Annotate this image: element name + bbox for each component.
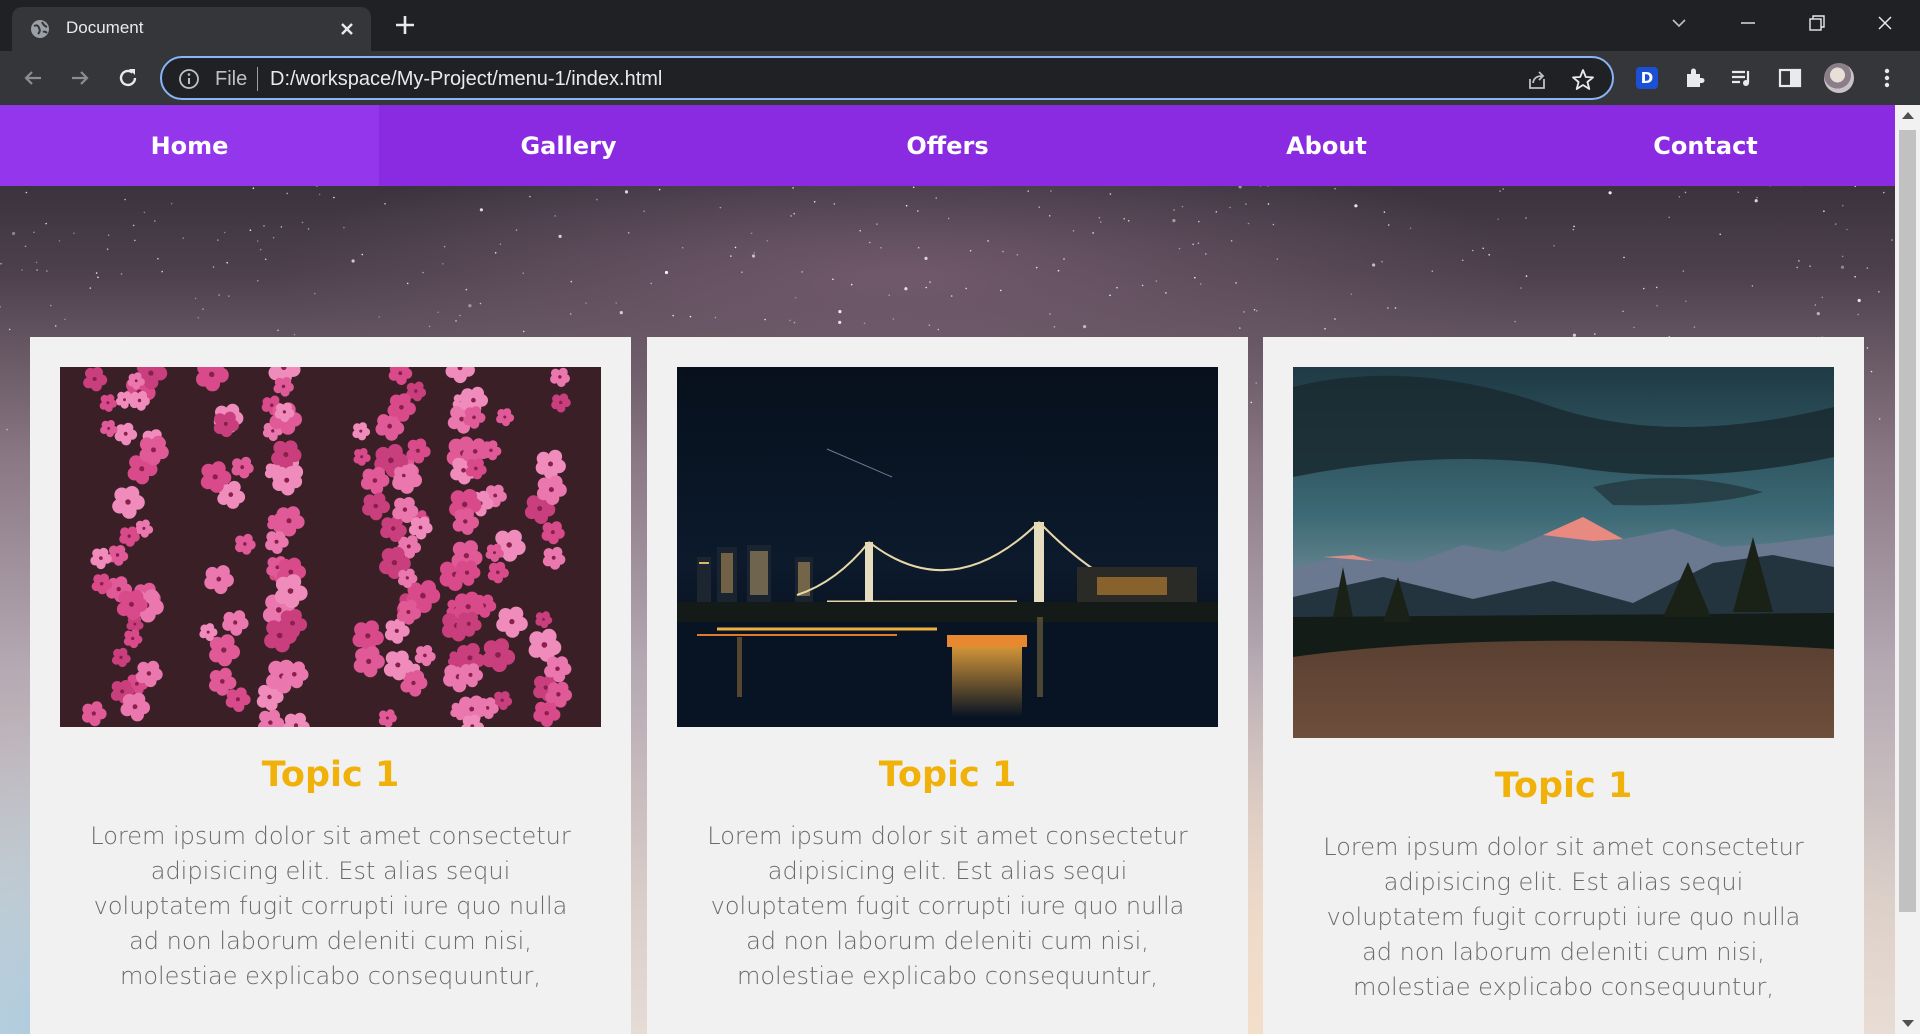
media-queue-icon[interactable] [1728,64,1756,92]
profile-avatar[interactable] [1824,63,1854,93]
extension-d-icon[interactable]: D [1636,67,1658,89]
card-text: Lorem ipsum dolor sit amet consectetur a… [707,822,1188,990]
card-topic-1: Topic 1 Lorem ipsum dolor sit amet conse… [30,337,631,1034]
globe-icon [31,20,49,38]
browser-toolbar: File D:/workspace/My-Project/menu-1/inde… [0,51,1920,105]
pink-flowers-photo [60,367,601,727]
tab-search-chevron-icon[interactable] [1664,10,1694,36]
nav-item-gallery[interactable]: Gallery [379,105,758,186]
nav-item-home[interactable]: Home [0,105,379,186]
share-icon[interactable] [1524,67,1550,93]
night-city-bridge-photo [677,367,1218,727]
browser-tab[interactable]: Document [12,7,371,51]
mountain-sunset-photo [1293,367,1834,738]
minimize-icon[interactable] [1733,10,1763,36]
new-tab-icon[interactable] [392,12,418,38]
back-arrow-icon[interactable] [19,64,47,92]
nav-item-contact[interactable]: Contact [1516,105,1895,186]
nav-item-about[interactable]: About [1137,105,1516,186]
card-title: Topic 1 [1494,766,1633,806]
info-icon[interactable] [178,68,200,90]
page-viewport: Home Gallery Offers About Contact Topic … [0,105,1895,1034]
scroll-down-arrow-icon[interactable] [1902,1020,1914,1027]
url-separator [257,67,258,91]
close-window-icon[interactable] [1870,10,1900,36]
address-bar[interactable]: File D:/workspace/My-Project/menu-1/inde… [160,56,1614,100]
bookmark-star-icon[interactable] [1570,67,1596,93]
extensions-puzzle-icon[interactable] [1681,64,1709,92]
tab-title: Document [66,18,144,37]
page-scrollbar[interactable] [1895,105,1920,1034]
url-scheme-label: File [215,68,248,90]
card-title: Topic 1 [261,755,400,795]
card-text: Lorem ipsum dolor sit amet consectetur a… [1323,833,1804,1001]
card-topic-2: Topic 1 Lorem ipsum dolor sit amet conse… [647,337,1248,1034]
url-text[interactable]: D:/workspace/My-Project/menu-1/index.htm… [270,68,662,91]
card-title: Topic 1 [878,755,1017,795]
forward-arrow-icon[interactable] [66,64,94,92]
reload-icon[interactable] [114,64,142,92]
scroll-thumb[interactable] [1899,130,1916,912]
card-text: Lorem ipsum dolor sit amet consectetur a… [90,822,571,990]
scroll-up-arrow-icon[interactable] [1902,112,1914,119]
side-panel-icon[interactable] [1776,64,1804,92]
nav-item-offers[interactable]: Offers [758,105,1137,186]
kebab-menu-icon[interactable] [1873,64,1901,92]
card-topic-3: Topic 1 Lorem ipsum dolor sit amet conse… [1263,337,1864,1034]
close-tab-icon[interactable] [335,17,359,41]
site-nav: Home Gallery Offers About Contact [0,105,1895,186]
browser-tab-strip: Document [0,0,1920,51]
restore-icon[interactable] [1801,10,1831,36]
